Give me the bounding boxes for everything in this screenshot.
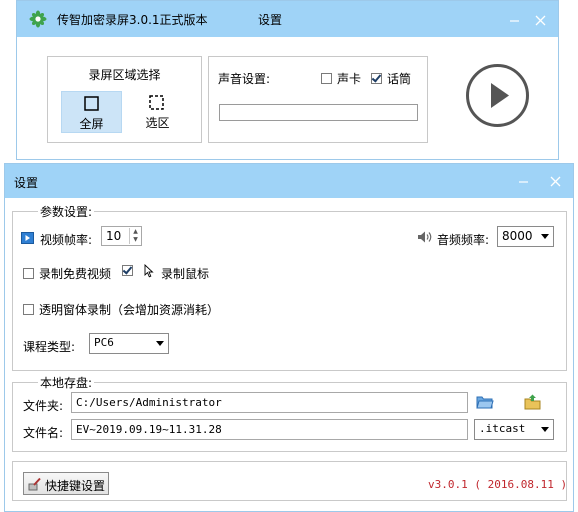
chevron-down-icon[interactable] [541, 234, 549, 239]
params-group-title: 参数设置: [38, 203, 95, 220]
folder-path-value[interactable]: C:/Users/Administrator [76, 396, 222, 409]
fps-spinner[interactable]: 10 ▲ ▼ [101, 226, 142, 246]
hotkey-settings-label: 快捷键设置 [45, 479, 106, 493]
sound-settings-panel: 声音设置: 声卡 话筒 [208, 56, 428, 143]
main-titlebar: 传智加密录屏3.0.1正式版本 设置 [17, 1, 558, 37]
app-logo-icon [29, 10, 47, 28]
soundcard-checkbox-box[interactable] [321, 73, 332, 84]
minimize-icon [518, 180, 528, 183]
soundcard-label: 声卡 [337, 72, 362, 86]
version-label: v3.0.1 ( 2016.08.11 ) [428, 478, 568, 491]
transparent-window-checkbox-box[interactable] [23, 304, 34, 315]
file-extension-select[interactable]: .itcast [474, 419, 554, 440]
storage-group-title: 本地存盘: [38, 374, 95, 391]
spin-up-icon[interactable]: ▲ [130, 228, 141, 236]
course-type-value: PC6 [94, 336, 114, 349]
hotkey-settings-button[interactable]: 快捷键设置 [23, 472, 109, 495]
close-button[interactable] [527, 7, 553, 33]
folder-path-input[interactable]: C:/Users/Administrator [71, 392, 468, 413]
folder-open-icon[interactable] [524, 394, 541, 410]
free-video-checkbox[interactable]: 录制免费视频 [23, 265, 111, 282]
record-mouse-label: 录制鼠标 [161, 267, 210, 281]
sound-level-meter [219, 104, 418, 121]
video-icon [21, 232, 34, 244]
selection-icon [149, 95, 164, 110]
audio-freq-value: 8000 [502, 229, 533, 243]
free-video-label: 录制免费视频 [39, 267, 112, 281]
settings-minimize-button[interactable] [510, 168, 536, 194]
free-video-checkbox-box[interactable] [23, 268, 34, 279]
soundcard-checkbox[interactable]: 声卡 [321, 70, 361, 87]
fullscreen-button[interactable]: 全屏 [61, 91, 122, 133]
microphone-checkbox-box[interactable] [371, 73, 382, 84]
fullscreen-icon [84, 96, 99, 111]
settings-link[interactable]: 设置 [258, 11, 282, 28]
file-name-input[interactable]: EV~2019.09.19~11.31.28 [71, 419, 468, 440]
cursor-icon [144, 264, 154, 278]
settings-titlebar: 设置 [5, 164, 573, 198]
chevron-down-icon[interactable] [541, 427, 549, 432]
app-title: 传智加密录屏3.0.1正式版本 [57, 13, 208, 27]
file-name-value[interactable]: EV~2019.09.19~11.31.28 [76, 423, 222, 436]
close-icon [550, 176, 560, 186]
hotkey-icon [28, 477, 41, 491]
fps-value[interactable]: 10 [106, 229, 121, 243]
audio-freq-label: 音频频率: [437, 233, 490, 247]
chevron-down-icon[interactable] [156, 341, 164, 346]
record-mouse-checkbox[interactable] [122, 265, 133, 276]
region-select-panel: 录屏区域选择 全屏 选区 [47, 56, 202, 143]
audio-freq-select[interactable]: 8000 [497, 226, 554, 247]
settings-close-button[interactable] [542, 168, 568, 194]
settings-title: 设置 [14, 176, 39, 190]
microphone-label: 话筒 [387, 72, 412, 86]
course-type-select[interactable]: PC6 [89, 333, 169, 354]
main-window: 传智加密录屏3.0.1正式版本 设置 录屏区域选择 全屏 选区 声音设置: 声卡… [16, 0, 559, 160]
folder-label: 文件夹: [23, 399, 64, 413]
folder-browse-icon[interactable] [476, 394, 494, 410]
start-record-button[interactable] [466, 64, 529, 127]
minimize-icon [509, 19, 519, 22]
speaker-icon [418, 231, 432, 243]
settings-dialog: 设置 参数设置: 视频帧率: 10 ▲ ▼ 音频频率: 8000 录制免费视频 [4, 163, 574, 512]
file-extension-value: .itcast [479, 422, 526, 435]
play-icon [491, 83, 509, 108]
region-select-title: 录屏区域选择 [88, 68, 161, 82]
close-icon [535, 15, 545, 25]
select-region-button[interactable]: 选区 [127, 91, 188, 133]
sound-settings-label: 声音设置: [218, 72, 271, 86]
microphone-checkbox[interactable]: 话筒 [371, 70, 411, 87]
spin-down-icon[interactable]: ▼ [130, 236, 141, 244]
transparent-window-checkbox[interactable]: 透明窗体录制（会增加资源消耗） [23, 301, 219, 318]
transparent-window-label: 透明窗体录制（会增加资源消耗） [39, 303, 220, 317]
file-name-label: 文件名: [23, 426, 64, 440]
video-fps-label: 视频帧率: [40, 233, 93, 247]
record-mouse-checkbox-box[interactable] [122, 265, 133, 276]
fullscreen-label: 全屏 [79, 117, 104, 131]
fps-spinner-arrows[interactable]: ▲ ▼ [129, 228, 141, 244]
select-region-label: 选区 [145, 116, 170, 130]
minimize-button[interactable] [501, 7, 527, 33]
course-type-label: 课程类型: [23, 340, 76, 354]
